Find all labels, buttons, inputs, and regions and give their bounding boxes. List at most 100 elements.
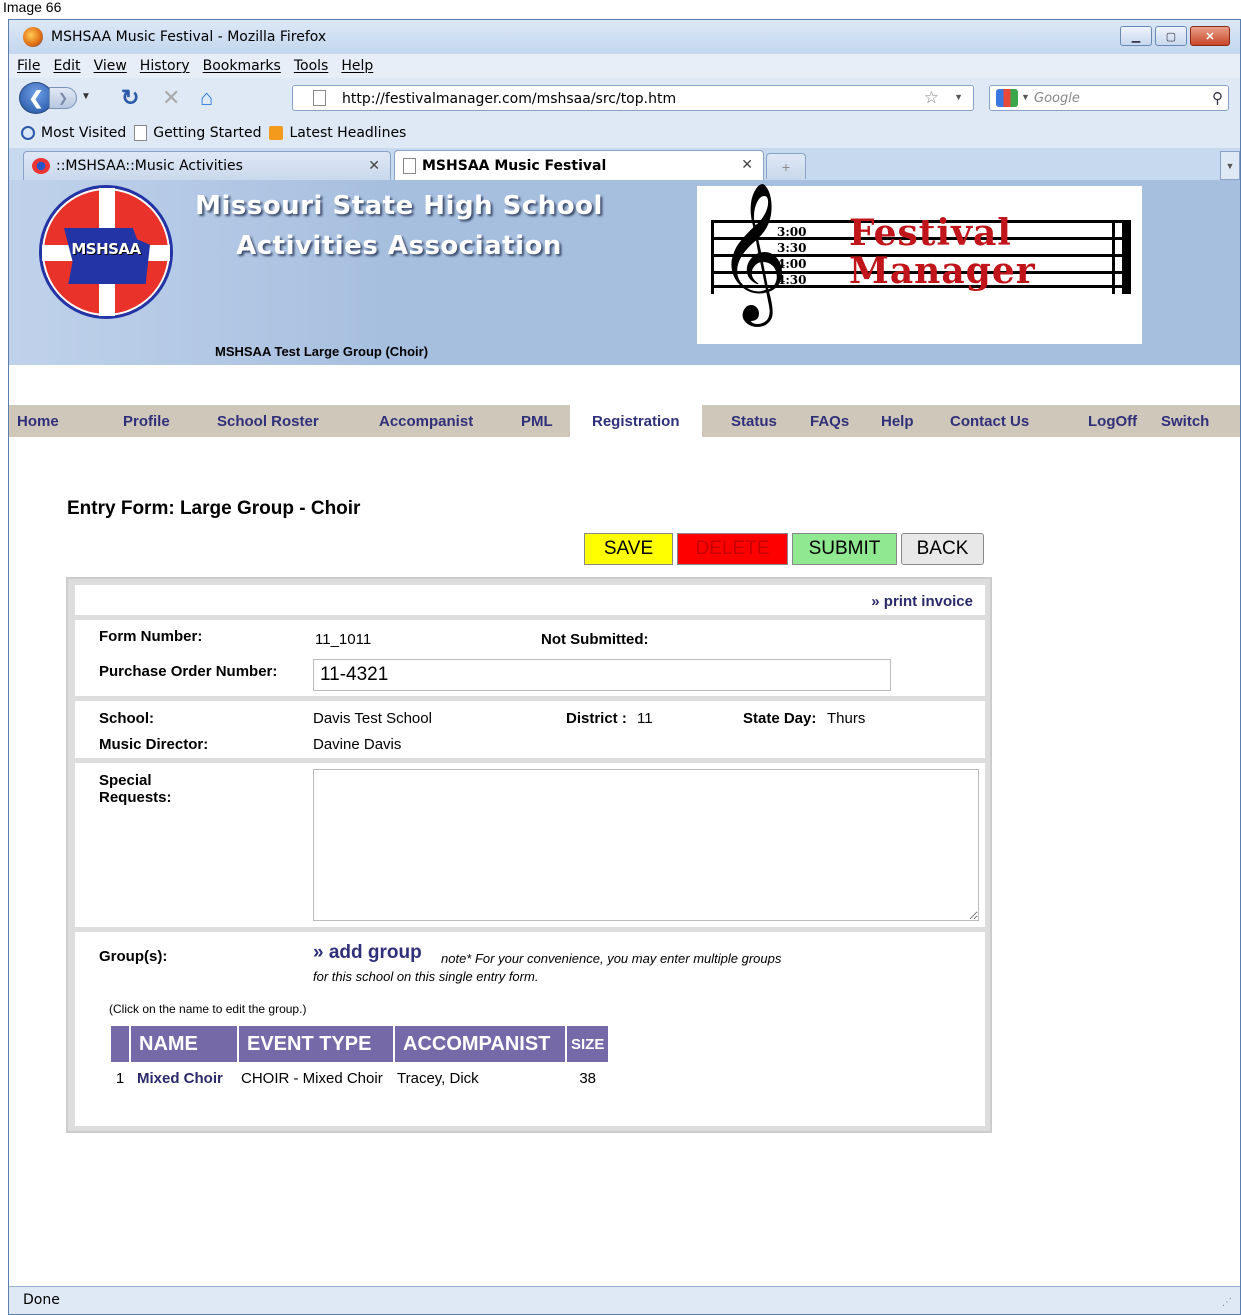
- forward-icon[interactable]: ❯: [49, 87, 77, 109]
- bookmarks-toolbar: Most Visited Getting Started Latest Head…: [9, 118, 1240, 148]
- mshsaa-favicon-icon: [32, 158, 50, 174]
- column-header-name: NAME: [131, 1026, 237, 1062]
- add-group-link[interactable]: » add group: [313, 942, 422, 964]
- special-requests-input[interactable]: [313, 769, 979, 921]
- menu-bar: File Edit View History Bookmarks Tools H…: [9, 54, 1240, 78]
- tab-music-festival[interactable]: MSHSAA Music Festival ✕: [394, 150, 764, 180]
- groups-table-header: NAME EVENT TYPE ACCOMPANIST SIZE: [111, 1026, 609, 1062]
- group-event-type: CHOIR - Mixed Choir: [241, 1069, 383, 1087]
- menu-tools[interactable]: Tools: [294, 58, 329, 74]
- status-bar: Done ⋰: [9, 1286, 1240, 1314]
- maximize-button[interactable]: ▢: [1155, 26, 1187, 46]
- nav-logoff[interactable]: LogOff: [1088, 413, 1137, 430]
- minimize-button[interactable]: ▁: [1120, 26, 1152, 46]
- nav-help[interactable]: Help: [881, 413, 914, 430]
- nav-contact-us[interactable]: Contact Us: [950, 413, 1029, 430]
- url-bar[interactable]: http://festivalmanager.com/mshsaa/src/to…: [292, 85, 974, 111]
- form-title: Entry Form: Large Group - Choir: [67, 498, 361, 519]
- nav-profile[interactable]: Profile: [123, 413, 170, 430]
- school-value: Davis Test School: [313, 710, 432, 727]
- nav-pml[interactable]: PML: [521, 413, 553, 430]
- title-bar: MSHSAA Music Festival - Mozilla Firefox …: [9, 20, 1240, 54]
- district-label: District :: [566, 710, 627, 727]
- nav-home[interactable]: Home: [17, 413, 59, 430]
- tab-list-dropdown-icon[interactable]: ▼: [1220, 151, 1240, 180]
- history-dropdown-icon[interactable]: ▼: [81, 91, 91, 102]
- bookmark-label: Getting Started: [153, 125, 262, 141]
- mshsaa-seal-logo: MSHSAA: [39, 185, 173, 319]
- special-requests-panel: Special Requests:: [75, 763, 985, 927]
- rss-icon: [269, 126, 284, 140]
- form-number-value: 11_1011: [315, 631, 372, 648]
- group-number: 1: [115, 1069, 125, 1087]
- nav-switch[interactable]: Switch: [1161, 413, 1209, 430]
- column-header-number: [111, 1026, 129, 1062]
- search-icon[interactable]: ⚲: [1212, 89, 1223, 107]
- nav-accompanist[interactable]: Accompanist: [379, 413, 473, 430]
- nav-registration[interactable]: Registration: [570, 405, 702, 437]
- search-engine-icon[interactable]: [996, 89, 1018, 107]
- groups-table: NAME EVENT TYPE ACCOMPANIST SIZE 1 Mixed…: [109, 1024, 610, 1094]
- state-day-value: Thurs: [827, 710, 866, 727]
- tab-label: ::MSHSAA::Music Activities: [56, 158, 243, 174]
- status-text: Done: [23, 1292, 60, 1308]
- special-requests-label: Special Requests:: [99, 772, 172, 806]
- school-label: School:: [99, 710, 154, 727]
- search-box[interactable]: ▼ Google ⚲: [989, 85, 1229, 111]
- search-engine-dropdown-icon[interactable]: ▼: [1021, 92, 1030, 102]
- bookmark-most-visited[interactable]: Most Visited: [21, 125, 126, 141]
- click-note: (Click on the name to edit the group.): [109, 1002, 307, 1016]
- district-value: 11: [637, 710, 653, 727]
- organization-name: Missouri State High School Activities As…: [179, 186, 619, 266]
- most-visited-icon: [21, 126, 35, 140]
- star-icon[interactable]: ☆: [924, 88, 939, 108]
- table-row: 1 Mixed Choir CHOIR - Mixed Choir Tracey…: [111, 1064, 608, 1092]
- resize-grip-icon[interactable]: ⋰: [1222, 1297, 1236, 1311]
- nav-school-roster[interactable]: School Roster: [217, 413, 319, 430]
- window-title: MSHSAA Music Festival - Mozilla Firefox: [51, 29, 327, 45]
- close-tab-icon[interactable]: ✕: [741, 157, 753, 173]
- bookmark-label: Most Visited: [41, 125, 127, 141]
- festival-manager-text: Festival Manager: [849, 212, 1036, 292]
- entry-form: » print invoice Form Number: 11_1011 Not…: [66, 577, 992, 1133]
- site-header: MSHSAA Missouri State High School Activi…: [9, 180, 1240, 365]
- url-text: http://festivalmanager.com/mshsaa/src/to…: [342, 91, 677, 107]
- form-actions: SAVE DELETE SUBMIT BACK: [584, 533, 984, 565]
- seal-text: MSHSAA: [71, 240, 141, 258]
- menu-help[interactable]: Help: [341, 58, 373, 74]
- close-tab-icon[interactable]: ✕: [368, 158, 380, 174]
- tab-music-activities[interactable]: ::MSHSAA::Music Activities ✕: [23, 151, 391, 180]
- column-header-accompanist: ACCOMPANIST: [395, 1026, 565, 1062]
- tab-label: MSHSAA Music Festival: [422, 157, 607, 174]
- stop-icon[interactable]: ✕: [162, 87, 180, 109]
- home-icon[interactable]: ⌂: [200, 87, 213, 109]
- invoice-panel: » print invoice: [75, 585, 985, 615]
- music-director-value: Davine Davis: [313, 736, 402, 753]
- save-button[interactable]: SAVE: [584, 533, 673, 565]
- groups-label: Group(s):: [99, 948, 168, 965]
- delete-button[interactable]: DELETE: [677, 533, 788, 565]
- group-title: MSHSAA Test Large Group (Choir): [215, 344, 429, 359]
- reload-icon[interactable]: ↻: [121, 87, 139, 109]
- menu-bookmarks[interactable]: Bookmarks: [203, 58, 281, 74]
- group-name-link[interactable]: Mixed Choir: [131, 1064, 237, 1092]
- menu-history[interactable]: History: [140, 58, 190, 74]
- po-number-input[interactable]: [313, 659, 891, 691]
- column-header-event-type: EVENT TYPE: [239, 1026, 393, 1062]
- menu-edit[interactable]: Edit: [53, 58, 80, 74]
- back-icon[interactable]: ❮: [19, 82, 53, 114]
- firefox-icon: [23, 27, 43, 47]
- bookmark-getting-started[interactable]: Getting Started: [134, 125, 261, 141]
- menu-file[interactable]: File: [17, 58, 40, 74]
- menu-view[interactable]: View: [94, 58, 127, 74]
- bookmark-latest-headlines[interactable]: Latest Headlines: [269, 125, 406, 141]
- url-dropdown-icon[interactable]: ▼: [954, 92, 963, 102]
- page-icon: [134, 125, 148, 141]
- back-button[interactable]: BACK: [901, 533, 984, 565]
- new-tab-button[interactable]: +: [766, 153, 806, 179]
- nav-status[interactable]: Status: [731, 413, 777, 430]
- submit-button[interactable]: SUBMIT: [792, 533, 897, 565]
- close-window-button[interactable]: ✕: [1190, 26, 1230, 46]
- nav-faqs[interactable]: FAQs: [810, 413, 849, 430]
- print-invoice-link[interactable]: » print invoice: [871, 593, 973, 610]
